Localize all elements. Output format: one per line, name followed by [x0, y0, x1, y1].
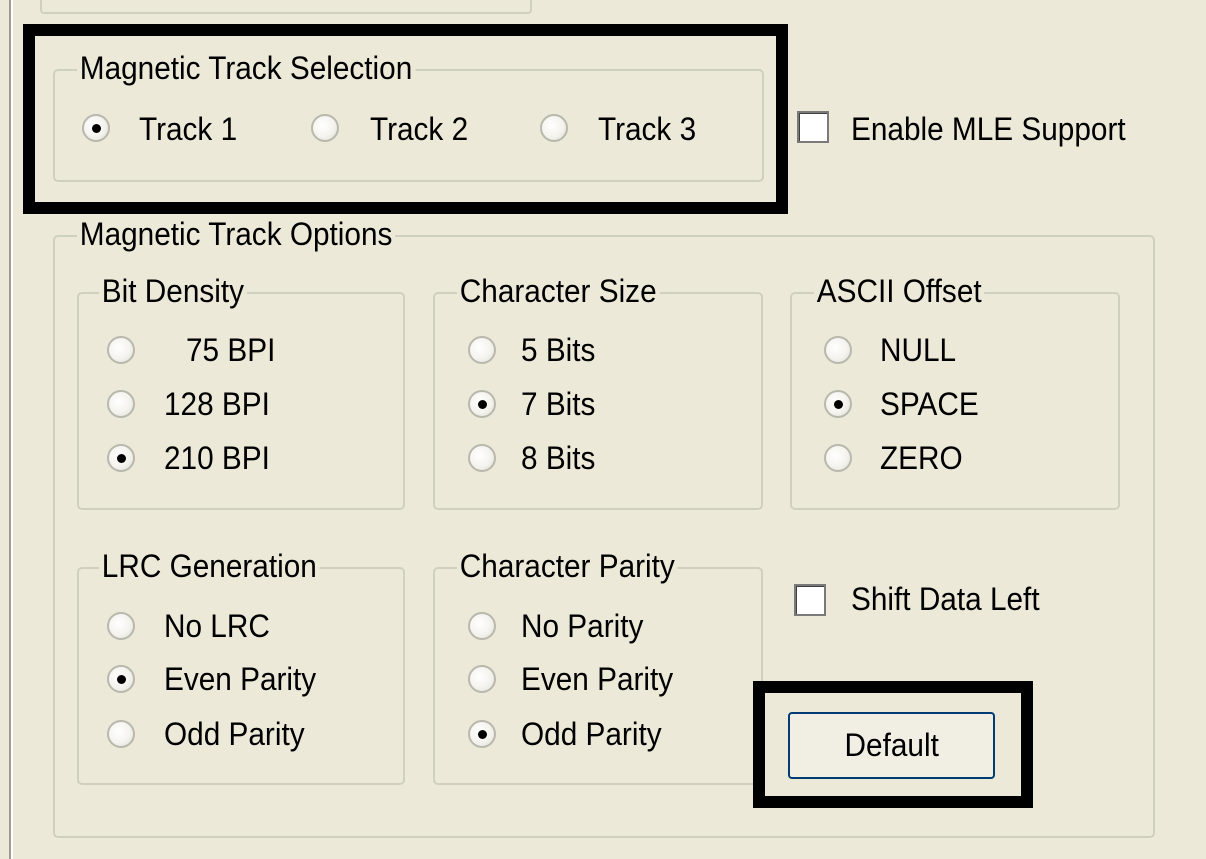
- char-size-8-label[interactable]: 8 Bits: [521, 439, 595, 477]
- radio-selected-dot: [117, 454, 126, 463]
- shift-data-left-checkbox[interactable]: [794, 584, 826, 616]
- bit-density-75-radio[interactable]: [107, 336, 135, 364]
- parity-odd-label[interactable]: Odd Parity: [521, 715, 662, 753]
- char-size-8-radio[interactable]: [468, 444, 496, 472]
- radio-selected-dot: [478, 400, 487, 409]
- char-size-5-radio[interactable]: [468, 336, 496, 364]
- bit-density-legend: Bit Density: [99, 272, 247, 310]
- character-size-legend: Character Size: [457, 272, 660, 310]
- parity-none-label[interactable]: No Parity: [521, 607, 643, 645]
- ascii-space-label[interactable]: SPACE: [880, 385, 979, 423]
- ascii-offset-legend: ASCII Offset: [814, 272, 985, 310]
- shift-data-left-label[interactable]: Shift Data Left: [851, 580, 1040, 618]
- bit-density-210-radio[interactable]: [107, 444, 135, 472]
- previous-group-frame: [40, 0, 532, 14]
- char-size-5-label[interactable]: 5 Bits: [521, 331, 595, 369]
- radio-selected-dot: [117, 675, 126, 684]
- ascii-null-label[interactable]: NULL: [880, 331, 956, 369]
- panel-edge-highlight: [11, 0, 13, 859]
- lrc-none-radio[interactable]: [107, 612, 135, 640]
- bit-density-128-radio[interactable]: [107, 390, 135, 418]
- char-size-7-radio[interactable]: [468, 390, 496, 418]
- lrc-even-radio[interactable]: [107, 665, 135, 693]
- bit-density-75-label[interactable]: 75 BPI: [186, 331, 275, 369]
- default-button-highlight-box: [753, 681, 1033, 808]
- lrc-none-label[interactable]: No LRC: [164, 607, 270, 645]
- enable-mle-support-label[interactable]: Enable MLE Support: [851, 110, 1126, 148]
- parity-none-radio[interactable]: [468, 612, 496, 640]
- bit-density-210-label[interactable]: 210 BPI: [164, 439, 270, 477]
- parity-even-radio[interactable]: [468, 665, 496, 693]
- parity-even-label[interactable]: Even Parity: [521, 660, 673, 698]
- radio-selected-dot: [834, 400, 843, 409]
- character-parity-legend: Character Parity: [457, 547, 678, 585]
- enable-mle-support-checkbox[interactable]: [797, 111, 829, 143]
- ascii-null-radio[interactable]: [824, 336, 852, 364]
- lrc-generation-legend: LRC Generation: [99, 547, 320, 585]
- track-selection-highlight-box: [23, 24, 788, 214]
- lrc-odd-label[interactable]: Odd Parity: [164, 715, 305, 753]
- lrc-odd-radio[interactable]: [107, 720, 135, 748]
- ascii-zero-radio[interactable]: [824, 444, 852, 472]
- lrc-even-label[interactable]: Even Parity: [164, 660, 316, 698]
- ascii-zero-label[interactable]: ZERO: [880, 439, 963, 477]
- radio-selected-dot: [478, 730, 487, 739]
- parity-odd-radio[interactable]: [468, 720, 496, 748]
- ascii-space-radio[interactable]: [824, 390, 852, 418]
- bit-density-128-label[interactable]: 128 BPI: [164, 385, 270, 423]
- track-options-legend: Magnetic Track Options: [77, 215, 396, 253]
- char-size-7-label[interactable]: 7 Bits: [521, 385, 595, 423]
